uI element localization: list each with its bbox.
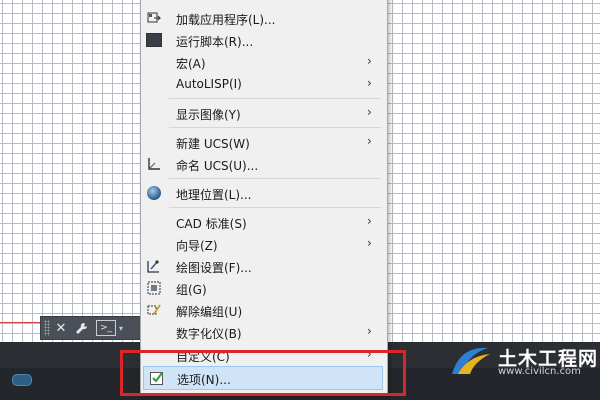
menu-item-wizards[interactable]: 向导(Z) ›: [141, 233, 385, 255]
watermark-url: www.civilcn.com: [498, 366, 581, 377]
menu-item-macro[interactable]: 宏(A) ›: [141, 51, 385, 73]
run-script-icon: [146, 32, 162, 48]
menu-item-label: 宏(A): [176, 57, 206, 71]
menu-item-new-ucs[interactable]: 新建 UCS(W) ›: [141, 131, 385, 153]
load-app-icon: [146, 10, 162, 26]
command-prompt-icon[interactable]: >_: [96, 320, 116, 336]
menu-item-geolocation[interactable]: 地理位置(L)...: [141, 182, 385, 204]
menu-item-label: CAD 标准(S): [176, 217, 247, 231]
menu-item-label: AutoLISP(I): [176, 77, 242, 91]
menu-item-cad-standards[interactable]: CAD 标准(S) ›: [141, 211, 385, 233]
named-ucs-icon: [146, 156, 162, 172]
menu-item-label: 数字化仪(B): [176, 327, 242, 341]
menu-item-drafting-settings[interactable]: 绘图设置(F)...: [141, 255, 385, 277]
model-tab-icon[interactable]: [12, 374, 32, 386]
chevron-right-icon: ›: [367, 214, 372, 228]
drafting-settings-icon: [146, 258, 162, 274]
wrench-icon[interactable]: [72, 319, 90, 337]
menu-divider: [169, 207, 381, 208]
chevron-right-icon: ›: [367, 54, 372, 68]
menu-item-label: 显示图像(Y): [176, 108, 241, 122]
menu-divider: [169, 178, 381, 179]
menu-item-load-application[interactable]: 加载应用程序(L)...: [141, 7, 385, 29]
close-icon[interactable]: ✕: [52, 319, 70, 337]
menu-item-label: 运行脚本(R)...: [176, 35, 254, 49]
menu-divider: [169, 127, 381, 128]
chevron-right-icon: ›: [367, 236, 372, 250]
menu-item-label: 新建 UCS(W): [176, 137, 250, 151]
watermark-logo-icon: [448, 342, 494, 381]
menu-item-digitizer[interactable]: 数字化仪(B) ›: [141, 321, 385, 343]
group-icon: [146, 280, 162, 296]
menu-item-run-script[interactable]: 运行脚本(R)...: [141, 29, 385, 51]
menu-item-autolisp[interactable]: AutoLISP(I) ›: [141, 73, 385, 95]
menu-item-named-ucs[interactable]: 命名 UCS(U)...: [141, 153, 385, 175]
chevron-right-icon: ›: [367, 134, 372, 148]
red-highlight-annotation: [120, 350, 406, 396]
menu-divider: [169, 98, 381, 99]
watermark: 土木工程网 www.civilcn.com: [440, 340, 600, 380]
menu-item-label: 绘图设置(F)...: [176, 261, 252, 275]
menu-item-label: 加载应用程序(L)...: [176, 13, 276, 27]
menu-item-ungroup[interactable]: 解除编组(U): [141, 299, 385, 321]
menu-item-label: 解除编组(U): [176, 305, 243, 319]
chevron-right-icon: ›: [367, 324, 372, 338]
chevron-down-icon[interactable]: ▾: [119, 324, 123, 333]
menu-item-label: 命名 UCS(U)...: [176, 159, 259, 173]
menu-item-label: 组(G): [176, 283, 207, 297]
chevron-right-icon: ›: [367, 105, 372, 119]
chevron-right-icon: ›: [367, 76, 372, 90]
menu-item-label: 地理位置(L)...: [176, 188, 252, 202]
menu-item-label: 向导(Z): [176, 239, 218, 253]
menu-item-group[interactable]: 组(G): [141, 277, 385, 299]
tools-context-menu: 加载应用程序(L)... 运行脚本(R)... 宏(A) › AutoLISP(…: [140, 0, 388, 396]
menu-item-display-image[interactable]: 显示图像(Y) ›: [141, 102, 385, 124]
drag-handle[interactable]: [44, 320, 50, 336]
ungroup-icon: [146, 302, 162, 318]
globe-icon: [146, 185, 162, 201]
